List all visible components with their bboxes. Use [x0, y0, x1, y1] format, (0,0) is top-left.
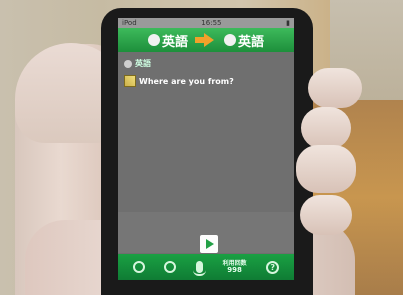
source-language-text: 英語 [135, 59, 151, 68]
source-language-label: 英語 [161, 34, 188, 50]
question-row: Where are you from? [124, 75, 294, 87]
help-icon[interactable]: ? [266, 260, 280, 274]
question-text: Where are you from? [139, 76, 234, 86]
battery-indicator: ▮ [286, 19, 290, 27]
source-language-row: 英語 [124, 58, 294, 69]
usage-counter: 利用回数 998 [223, 260, 247, 274]
translation-area: 英語 Where are you from? [118, 52, 294, 212]
arrow-right-icon [195, 33, 214, 47]
finger-2 [301, 107, 351, 149]
usage-counter-value: 998 [227, 266, 242, 274]
finger-1 [308, 68, 362, 108]
carrier-label: iPod [122, 19, 137, 27]
language-header: 英語 英語 [118, 28, 294, 52]
finger-4 [300, 195, 352, 235]
app-screen: iPod 16:55 ▮ 英語 英語 英語 Where are you from… [118, 18, 294, 280]
bottom-toolbar: 利用回数 998 ? [118, 254, 294, 280]
globe-icon [224, 34, 236, 46]
play-button[interactable] [200, 235, 218, 253]
target-language-button[interactable]: 英語 [224, 31, 264, 50]
speaker-icon [124, 59, 132, 68]
status-bar: iPod 16:55 ▮ [118, 18, 294, 28]
phrase-icon[interactable] [164, 261, 177, 273]
photo-scene: iPod 16:55 ▮ 英語 英語 英語 Where are you from… [0, 0, 403, 295]
source-language-button[interactable]: 英語 [147, 31, 188, 50]
globe-icon [147, 34, 160, 46]
target-language-label: 英語 [238, 34, 265, 50]
finger-3 [296, 145, 356, 193]
pencil-icon [124, 75, 136, 87]
status-time: 16:55 [201, 19, 222, 27]
history-icon[interactable] [132, 261, 145, 273]
microphone-icon[interactable] [192, 261, 206, 276]
